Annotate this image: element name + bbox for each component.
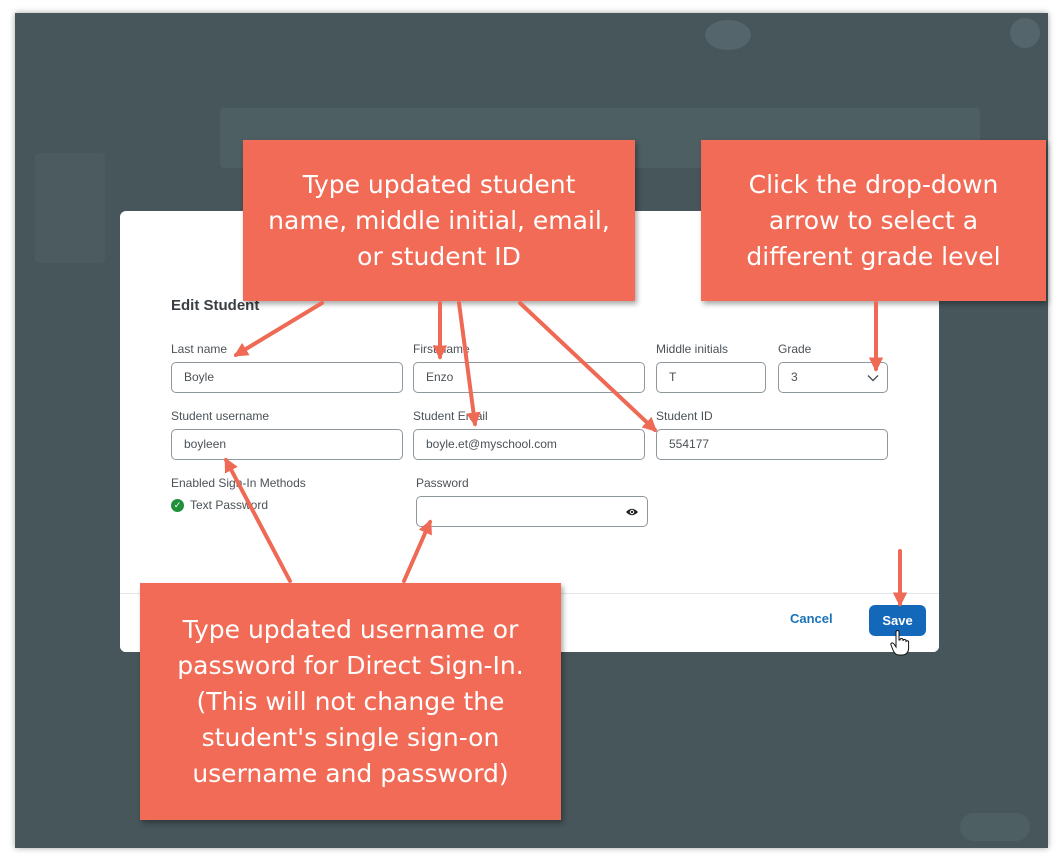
student-email-label: Student Email <box>413 409 488 423</box>
grade-value: 3 <box>791 370 798 384</box>
callout-line: arrow to select a <box>768 205 979 235</box>
eye-icon[interactable] <box>625 506 639 518</box>
background-avatar <box>1010 18 1040 48</box>
callout-line: Type updated username or <box>182 614 519 644</box>
callout-line: student's single sign-on <box>201 722 500 752</box>
last-name-label: Last name <box>171 342 228 356</box>
grade-label: Grade <box>778 342 812 356</box>
callout-edit-name-email-id: Type updated student name, middle initia… <box>243 140 635 301</box>
callout-line: username and password) <box>192 758 509 788</box>
callout-line: different grade level <box>746 241 1001 271</box>
student-username-label: Student username <box>171 409 270 423</box>
callout-line: password for Direct Sign-In. <box>177 650 524 680</box>
student-email-input[interactable]: boyle.et@myschool.com <box>413 429 645 460</box>
middle-initials-label: Middle initials <box>656 342 729 356</box>
background-button <box>960 813 1030 841</box>
chevron-down-icon[interactable] <box>867 372 879 384</box>
first-name-label: First name <box>413 342 470 356</box>
student-id-label: Student ID <box>656 409 713 423</box>
callout-line: (This will not change the <box>196 686 505 716</box>
callout-grade-dropdown: Click the drop-down arrow to select a di… <box>701 140 1046 301</box>
background-sidebar <box>35 153 105 263</box>
grade-select[interactable]: 3 <box>778 362 888 393</box>
first-name-input[interactable]: Enzo <box>413 362 645 393</box>
password-label: Password <box>416 476 469 490</box>
callout-line: or student ID <box>357 241 521 271</box>
password-input[interactable] <box>416 496 648 527</box>
student-id-input[interactable]: 554177 <box>656 429 888 460</box>
callout-line: name, middle initial, email, <box>268 205 610 235</box>
background-element <box>705 20 751 50</box>
callout-line: Click the drop-down <box>748 169 999 199</box>
callout-line: Type updated student <box>302 169 576 199</box>
check-circle-icon: ✓ <box>171 499 184 512</box>
cancel-button[interactable]: Cancel <box>790 611 833 626</box>
last-name-input[interactable]: Boyle <box>171 362 403 393</box>
callout-username-password: Type updated username or password for Di… <box>140 583 561 820</box>
sign-in-methods-label: Enabled Sign-In Methods <box>171 476 306 490</box>
sign-in-method-text-password: Text Password <box>190 498 269 512</box>
middle-initials-input[interactable]: T <box>656 362 766 393</box>
hand-cursor-icon <box>890 630 910 656</box>
student-username-input[interactable]: boyleen <box>171 429 403 460</box>
